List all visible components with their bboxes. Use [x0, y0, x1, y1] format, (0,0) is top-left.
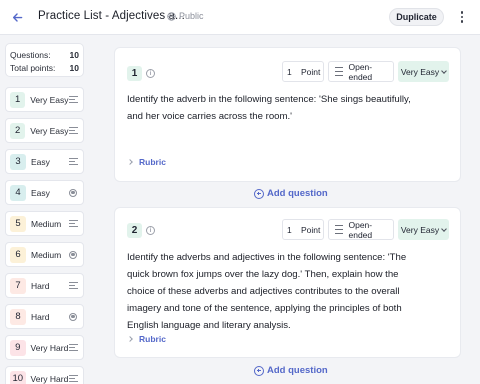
sidebar-item-number: 4: [10, 184, 26, 201]
question-number: 2: [127, 223, 142, 238]
question-text: Identify the adverb in the following sen…: [127, 94, 411, 122]
chevron-down-icon: [441, 67, 447, 74]
text-lines-icon: [68, 157, 78, 167]
sidebar-item-question-4[interactable]: 4 Easy: [5, 180, 84, 205]
sidebar-item-number: 7: [10, 277, 26, 294]
plus-circle-icon: [254, 365, 264, 376]
info-icon[interactable]: i: [146, 69, 155, 78]
sidebar-item-difficulty: Very Easy: [30, 125, 69, 136]
sidebar-item-number: 6: [10, 246, 26, 263]
total-points-label: Total points:: [10, 63, 56, 73]
points-label: Point: [301, 224, 321, 235]
text-lines-icon: [68, 281, 78, 291]
arrow-left-icon: [12, 12, 22, 22]
sidebar-item-number: 5: [10, 215, 26, 232]
add-question-button[interactable]: Add question: [254, 365, 328, 376]
add-question-label: Add question: [267, 188, 328, 199]
chevron-right-icon: [127, 159, 133, 165]
sidebar-item-difficulty: Easy: [31, 156, 50, 167]
duplicate-button[interactable]: Duplicate: [389, 8, 444, 26]
difficulty-select[interactable]: Very Easy: [398, 219, 449, 240]
sidebar-item-difficulty: Medium: [31, 218, 62, 229]
text-lines-icon: [68, 374, 78, 384]
text-lines-icon: [335, 67, 344, 76]
chevron-down-icon: [441, 225, 447, 232]
text-lines-icon: [335, 225, 344, 234]
sidebar-item-question-2[interactable]: 2 Very Easy: [5, 118, 84, 143]
sidebar-item-difficulty: Very Easy: [30, 94, 69, 105]
sidebar-item-number: 10: [10, 370, 26, 384]
sidebar-item-question-6[interactable]: 6 Medium: [5, 242, 84, 267]
question-text: Identify the adverbs and adjectives in t…: [127, 252, 407, 331]
visibility-indicator[interactable]: Public: [167, 11, 204, 21]
text-lines-icon: [68, 343, 78, 353]
info-icon[interactable]: i: [146, 226, 155, 235]
text-lines-icon: [68, 219, 78, 229]
rubric-toggle[interactable]: Rubric: [127, 157, 166, 167]
rubric-label: Rubric: [139, 157, 166, 167]
chevron-right-icon: [127, 336, 133, 342]
question-type-label: Open-ended: [348, 61, 373, 82]
sidebar-item-difficulty: Medium: [31, 249, 62, 260]
sidebar-item-difficulty: Hard: [31, 280, 50, 291]
add-question-label: Add question: [267, 365, 328, 376]
points-label: Point: [301, 66, 321, 77]
text-lines-icon: [68, 126, 79, 136]
add-question-button[interactable]: Add question: [254, 188, 328, 199]
question-card: 1 i 1 Point Open-ended Very Easy Identif…: [114, 47, 461, 182]
sidebar-item-number: 1: [10, 91, 26, 108]
question-type-select[interactable]: Open-ended: [328, 219, 394, 240]
text-lines-icon: [68, 95, 79, 105]
question-card: 2 i 1 Point Open-ended Very Easy Identif…: [114, 207, 461, 358]
sidebar-item-question-7[interactable]: 7 Hard: [5, 273, 84, 298]
points-value: 1: [287, 224, 292, 235]
sidebar-item-difficulty: Hard: [31, 311, 50, 322]
back-button[interactable]: [9, 9, 25, 25]
plus-circle-icon: [254, 188, 264, 199]
question-number: 1: [127, 66, 142, 81]
sidebar-item-question-3[interactable]: 3 Easy: [5, 149, 84, 174]
sidebar-item-question-9[interactable]: 9 Very Hard: [5, 335, 84, 360]
sidebar-item-question-10[interactable]: 10 Very Hard: [5, 366, 84, 384]
sidebar-item-difficulty: Very Hard: [30, 342, 69, 353]
rubric-toggle[interactable]: Rubric: [127, 334, 166, 344]
sidebar-item-difficulty: Very Hard: [30, 373, 69, 384]
radio-icon: [68, 312, 78, 322]
radio-icon: [68, 188, 78, 198]
points-field[interactable]: 1 Point: [282, 61, 324, 82]
radio-icon: [68, 250, 78, 260]
top-bar: Practice List - Adjectives a... Public D…: [0, 0, 480, 35]
question-type-label: Open-ended: [348, 219, 373, 240]
visibility-label: Public: [179, 11, 204, 21]
difficulty-label: Very Easy: [400, 66, 440, 77]
sidebar-item-number: 9: [10, 339, 26, 356]
rubric-label: Rubric: [139, 334, 166, 344]
questions-count-label: Questions:: [10, 50, 51, 60]
sidebar-item-number: 3: [10, 153, 26, 170]
sidebar-item-difficulty: Easy: [31, 187, 50, 198]
sidebar-item-question-5[interactable]: 5 Medium: [5, 211, 84, 236]
points-field[interactable]: 1 Point: [282, 219, 324, 240]
stats-summary: Questions: 10 Total points: 10: [5, 43, 84, 77]
more-options-icon[interactable]: [455, 9, 469, 25]
sidebar-item-number: 8: [10, 308, 26, 325]
total-points-value: 10: [69, 63, 79, 73]
sidebar-item-question-1[interactable]: 1 Very Easy: [5, 87, 84, 112]
sidebar-item-question-8[interactable]: 8 Hard: [5, 304, 84, 329]
difficulty-select[interactable]: Very Easy: [398, 61, 449, 82]
globe-icon: [167, 11, 176, 21]
page-title: Practice List - Adjectives a...: [38, 10, 185, 22]
questions-count-value: 10: [69, 50, 79, 60]
difficulty-label: Very Easy: [400, 224, 440, 235]
sidebar-item-number: 2: [10, 122, 26, 139]
question-type-select[interactable]: Open-ended: [328, 61, 394, 82]
points-value: 1: [287, 66, 292, 77]
